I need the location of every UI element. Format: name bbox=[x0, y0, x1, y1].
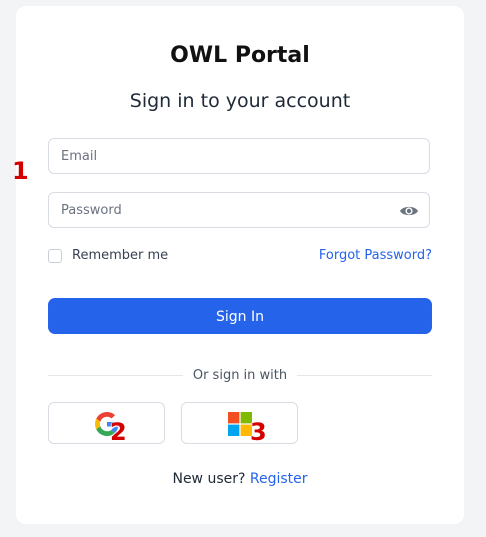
divider-line-right bbox=[297, 375, 432, 376]
annotation-marker-2: 2 bbox=[110, 418, 127, 446]
remember-me-label: Remember me bbox=[72, 248, 169, 263]
remember-me-row: Remember me bbox=[48, 248, 168, 263]
email-field[interactable] bbox=[49, 139, 429, 173]
password-field-container bbox=[48, 192, 430, 228]
microsoft-signin-button[interactable] bbox=[181, 402, 298, 444]
sign-in-button[interactable]: Sign In bbox=[48, 298, 432, 334]
eye-icon[interactable] bbox=[399, 202, 419, 220]
page-subtitle: Sign in to your account bbox=[129, 90, 351, 112]
microsoft-icon bbox=[228, 412, 252, 436]
annotation-marker-1: 1 bbox=[12, 157, 29, 185]
password-field[interactable] bbox=[49, 193, 429, 227]
forgot-password-link[interactable]: Forgot Password? bbox=[319, 248, 432, 263]
login-card: OWL Portal Sign in to your account Remem… bbox=[16, 6, 464, 524]
register-row: New user? Register bbox=[16, 471, 464, 487]
annotation-marker-3: 3 bbox=[250, 418, 267, 446]
remember-me-checkbox[interactable] bbox=[48, 248, 62, 263]
register-link[interactable]: Register bbox=[250, 471, 308, 487]
google-signin-button[interactable] bbox=[48, 402, 165, 444]
app-title: OWL Portal bbox=[170, 43, 310, 68]
register-prompt: New user? bbox=[172, 471, 246, 487]
email-field-container bbox=[48, 138, 430, 174]
